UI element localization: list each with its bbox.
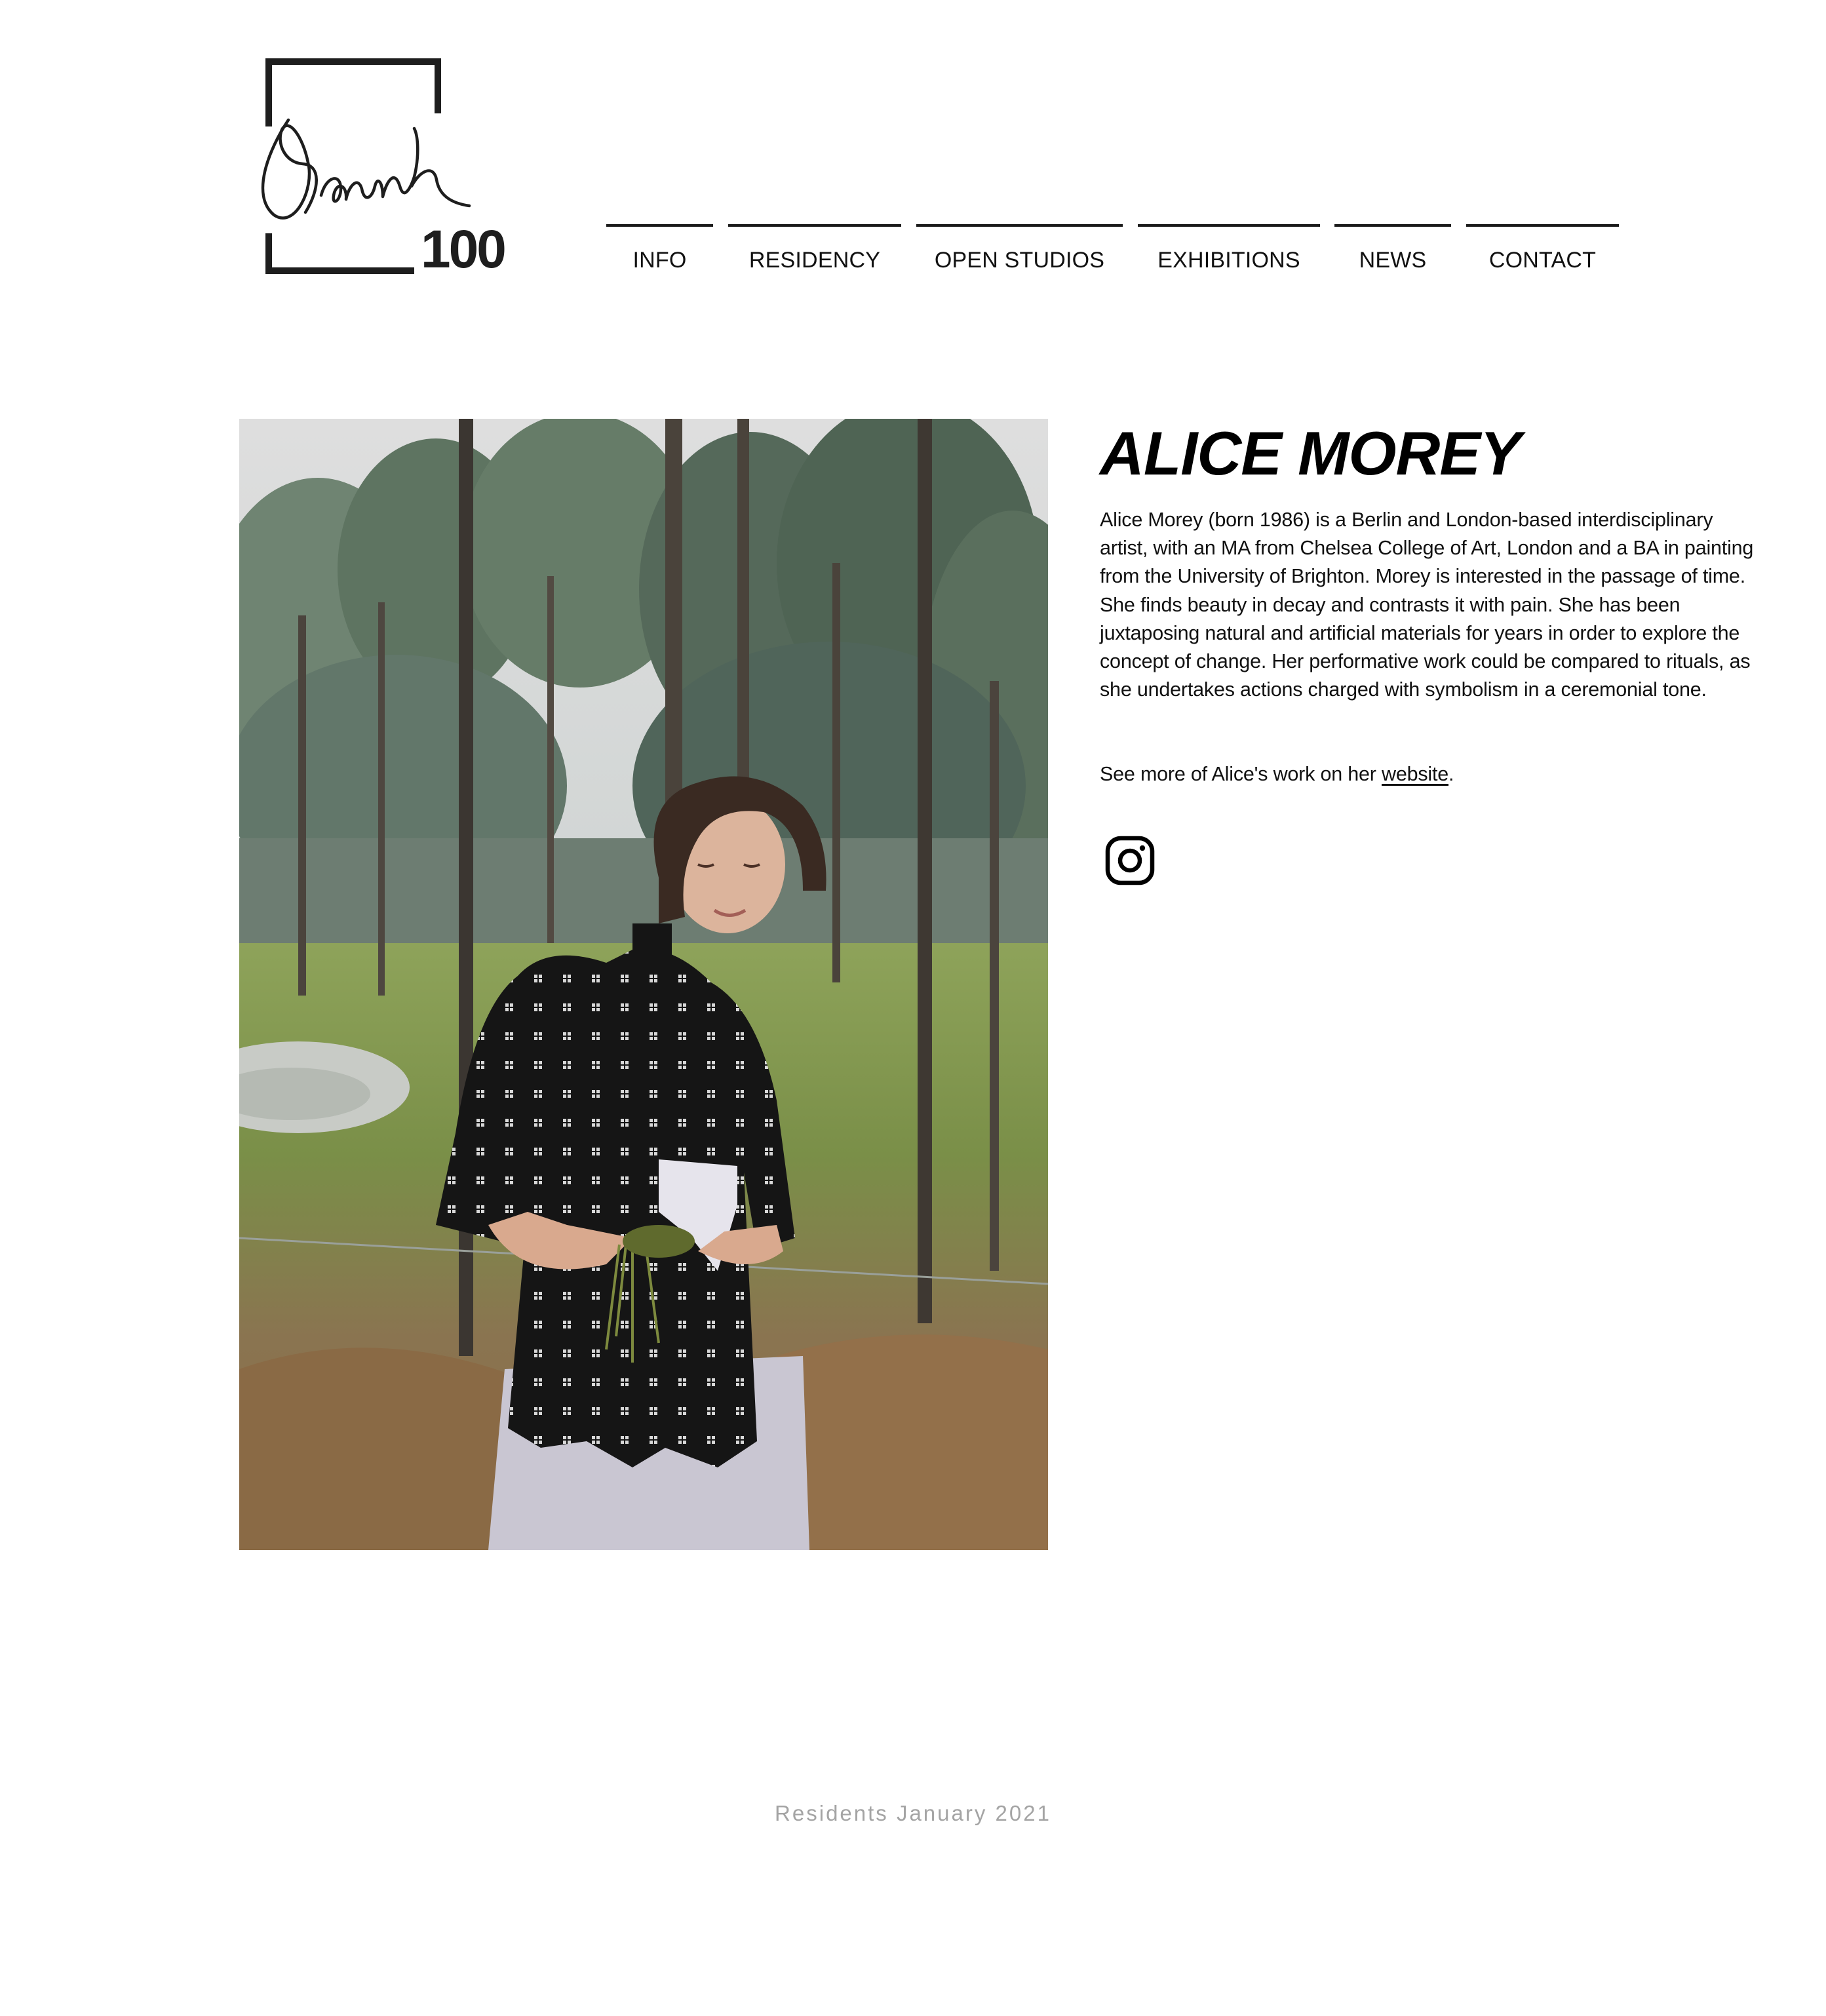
nav-item-open-studios[interactable]: OPEN STUDIOS	[916, 224, 1123, 277]
nav-item-label: RESIDENCY	[748, 248, 881, 273]
nav-item-label: OPEN STUDIOS	[934, 248, 1105, 273]
nav-item-news[interactable]: NEWS	[1334, 224, 1451, 277]
artist-name: ALICE MOREY	[1100, 419, 1521, 488]
website-link[interactable]: website	[1382, 763, 1448, 785]
artist-bio: Alice Morey (born 1986) is a Berlin and …	[1100, 509, 1754, 701]
see-more-text: See more of Alice's work on her website.	[1100, 760, 1755, 788]
artist-photo	[239, 419, 1048, 1550]
see-more-suffix: .	[1448, 763, 1454, 785]
nav-item-label: INFO	[632, 248, 687, 273]
nav-item-label: NEWS	[1359, 248, 1427, 273]
nav-item-exhibitions[interactable]: EXHIBITIONS	[1138, 224, 1320, 277]
main-nav: INFO RESIDENCY OPEN STUDIOS EXHIBITIONS …	[0, 224, 1826, 277]
footer-caption: Residents January 2021	[775, 1801, 1051, 1825]
nav-item-label: EXHIBITIONS	[1157, 248, 1300, 273]
artist-photo-illustration	[239, 419, 1048, 1550]
nav-item-info[interactable]: INFO	[606, 224, 713, 277]
see-more-prefix: See more of Alice's work on her	[1100, 763, 1382, 785]
nav-item-residency[interactable]: RESIDENCY	[728, 224, 901, 277]
nav-item-label: CONTACT	[1488, 248, 1597, 273]
nav-item-contact[interactable]: CONTACT	[1466, 224, 1619, 277]
instagram-icon[interactable]	[1105, 836, 1155, 885]
